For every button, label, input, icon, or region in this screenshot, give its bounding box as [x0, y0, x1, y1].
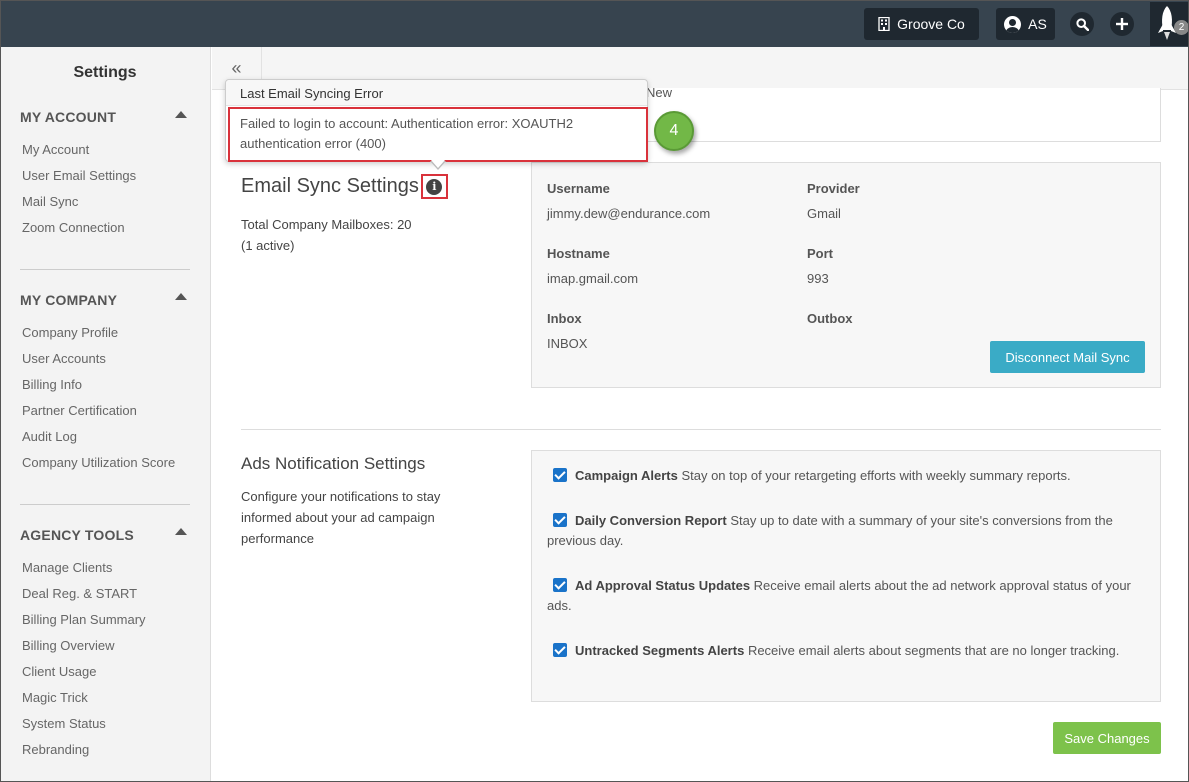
step-number-badge: 4 [654, 111, 694, 151]
collapse-caret-icon[interactable] [175, 293, 187, 300]
campaign-alerts-checkbox[interactable] [553, 468, 567, 482]
popover-arrow-inner [431, 160, 445, 168]
email-sync-title: Email Sync Settings [241, 175, 419, 197]
avatar-icon [1004, 15, 1022, 33]
ads-option-daily-conversion-report: Daily Conversion Report Stay up to date … [547, 511, 1147, 551]
section-heading-my-account[interactable]: MY ACCOUNT [20, 109, 116, 125]
section-divider [241, 429, 1161, 430]
sidebar-item-billing-plan-summary[interactable]: Billing Plan Summary [22, 612, 146, 627]
sidebar-item-client-usage[interactable]: Client Usage [22, 664, 96, 679]
sidebar-item-user-accounts[interactable]: User Accounts [22, 351, 106, 366]
popover-error-message: Failed to login to account: Authenticati… [228, 107, 648, 162]
sidebar-item-deal-reg[interactable]: Deal Reg. & START [22, 586, 137, 601]
daily-conversion-report-checkbox[interactable] [553, 513, 567, 527]
sidebar-divider [20, 504, 190, 505]
sidebar-item-audit-log[interactable]: Audit Log [22, 429, 77, 444]
mailbox-count: Total Company Mailboxes: 20 (1 active) [241, 214, 461, 256]
port-label: Port [807, 246, 833, 261]
provider-label: Provider [807, 181, 860, 196]
sidebar-item-zoom-connection[interactable]: Zoom Connection [22, 220, 125, 235]
collapse-caret-icon[interactable] [175, 528, 187, 535]
partial-text: New [646, 85, 673, 100]
mailbox-total: Total Company Mailboxes: 20 [241, 217, 412, 232]
notification-count-badge: 2 [1174, 20, 1189, 35]
sidebar-item-company-profile[interactable]: Company Profile [22, 325, 118, 340]
option-description: Stay on top of your retargeting efforts … [681, 468, 1071, 483]
port-value: 993 [807, 271, 829, 286]
inbox-label: Inbox [547, 311, 582, 326]
ads-option-ad-approval-status: Ad Approval Status Updates Receive email… [547, 576, 1147, 616]
username-label: Username [547, 181, 610, 196]
sidebar-item-mail-sync[interactable]: Mail Sync [22, 194, 78, 209]
user-initials: AS [1028, 16, 1047, 32]
sidebar-item-company-utilization-score[interactable]: Company Utilization Score [22, 455, 175, 470]
sidebar-item-billing-info[interactable]: Billing Info [22, 377, 82, 392]
building-icon [878, 17, 890, 31]
untracked-segments-checkbox[interactable] [553, 643, 567, 657]
sidebar-item-magic-trick[interactable]: Magic Trick [22, 690, 88, 705]
sidebar-item-user-email-settings[interactable]: User Email Settings [22, 168, 136, 183]
sidebar-item-rebranding[interactable]: Rebranding [22, 742, 89, 757]
sync-error-popover: Last Email Syncing Error Failed to login… [225, 79, 648, 162]
option-name: Untracked Segments Alerts [575, 643, 745, 658]
ads-notification-title: Ads Notification Settings [241, 454, 426, 473]
collapse-caret-icon[interactable] [175, 111, 187, 118]
email-sync-heading: Email Sync Settings i [241, 174, 448, 199]
hostname-value: imap.gmail.com [547, 271, 639, 286]
sidebar-item-system-status[interactable]: System Status [22, 716, 106, 731]
popover-title: Last Email Syncing Error [226, 80, 647, 106]
ads-option-campaign-alerts: Campaign Alerts Stay on top of your reta… [547, 466, 1147, 486]
double-chevron-left-icon: « [231, 58, 242, 78]
search-button[interactable] [1070, 12, 1094, 36]
provider-value: Gmail [807, 206, 841, 221]
user-menu-button[interactable]: AS [996, 8, 1055, 40]
section-heading-agency-tools[interactable]: AGENCY TOOLS [20, 527, 134, 543]
info-icon: i [426, 178, 443, 195]
sidebar-item-manage-clients[interactable]: Manage Clients [22, 560, 112, 575]
mailbox-active: (1 active) [241, 238, 295, 253]
ad-approval-status-checkbox[interactable] [553, 578, 567, 592]
settings-sidebar: Settings MY ACCOUNT My Account User Emai… [0, 47, 211, 782]
section-heading-my-company[interactable]: MY COMPANY [20, 292, 117, 308]
sidebar-title: Settings [73, 64, 137, 81]
ads-option-untracked-segments: Untracked Segments Alerts Receive email … [547, 641, 1147, 661]
sidebar-item-partner-certification[interactable]: Partner Certification [22, 403, 137, 418]
plus-icon [1116, 18, 1128, 30]
sync-error-info-button[interactable]: i [420, 174, 448, 199]
hostname-label: Hostname [547, 246, 610, 261]
sidebar-item-my-account[interactable]: My Account [22, 142, 89, 157]
company-switcher-button[interactable]: Groove Co [864, 8, 979, 40]
sidebar-divider [20, 269, 190, 270]
option-name: Campaign Alerts [575, 468, 678, 483]
username-value: jimmy.dew@endurance.com [547, 206, 711, 221]
sidebar-item-billing-overview[interactable]: Billing Overview [22, 638, 114, 653]
outbox-label: Outbox [807, 311, 853, 326]
top-navigation-bar: Groove Co AS 2 [0, 0, 1189, 47]
disconnect-mail-sync-button[interactable]: Disconnect Mail Sync [990, 341, 1145, 373]
save-changes-button[interactable]: Save Changes [1053, 722, 1161, 754]
company-name: Groove Co [897, 16, 965, 32]
option-description: Receive email alerts about segments that… [747, 643, 1120, 658]
search-icon [1075, 17, 1089, 31]
inbox-value: INBOX [547, 336, 588, 351]
add-button[interactable] [1110, 12, 1134, 36]
option-name: Daily Conversion Report [575, 513, 727, 528]
option-name: Ad Approval Status Updates [575, 578, 751, 593]
ads-notification-description: Configure your notifications to stay inf… [241, 489, 441, 546]
